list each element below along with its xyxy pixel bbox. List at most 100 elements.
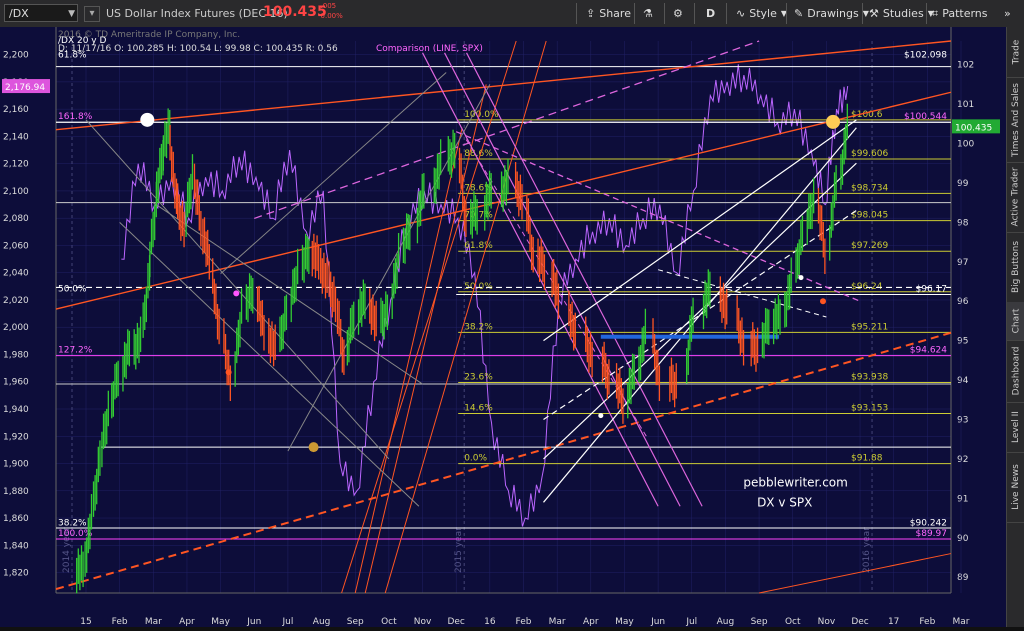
x-tick-label: Mar: [953, 617, 970, 627]
side-tab-level-ii[interactable]: Level II: [1007, 402, 1024, 453]
x-tick-label: Oct: [785, 617, 801, 627]
year-label: 2016 year: [862, 527, 872, 573]
dx-price-tag: 100.435: [952, 119, 1000, 134]
left-tick-label: 1,820: [3, 569, 29, 579]
side-level-label: $94.624: [910, 345, 947, 355]
left-tick-label: 1,860: [3, 514, 29, 524]
pencil-icon: ✎: [794, 7, 804, 20]
chart-svg[interactable]: 1,820 1,840 1,860 1,880 1,900 1,920 1,940 1,960…: [0, 27, 1006, 627]
side-tab-trade[interactable]: Trade: [1007, 27, 1024, 78]
right-tick-label: 98: [957, 218, 969, 228]
share-icon: ⇪: [586, 7, 596, 20]
fib-value-label: $99.606: [851, 149, 888, 159]
low-marker: [308, 442, 319, 453]
x-tick-label: Oct: [381, 617, 397, 627]
x-tick-label: Aug: [313, 617, 331, 627]
x-tick-label: Jun: [246, 617, 261, 627]
side-tab-label: Chart: [1011, 308, 1022, 334]
period-button[interactable]: D: [706, 4, 715, 23]
left-tick-label: 1,920: [3, 432, 29, 442]
side-level-label: $100.544: [904, 112, 947, 122]
fib-value-label: $93.938: [851, 373, 888, 383]
x-tick-label: Apr: [583, 617, 599, 627]
left-tick-label: 2,160: [3, 105, 29, 115]
studies-button[interactable]: ⚒ Studies ▼: [869, 4, 934, 23]
marker: [798, 275, 804, 281]
high-marker: [140, 112, 155, 127]
left-tick-label: 2,140: [3, 132, 29, 142]
side-tab-live-news[interactable]: Live News: [1007, 452, 1024, 523]
left-tick-label: 1,980: [3, 350, 29, 360]
x-tick-label: Feb: [112, 617, 128, 627]
spx-price-tag: 2,176.94: [2, 79, 50, 94]
right-tick-label: 102: [957, 61, 974, 71]
gear-icon: ⚙: [673, 7, 683, 20]
share-button[interactable]: ⇪ Share: [586, 4, 631, 23]
dx-price-tag-text: 100.435: [955, 123, 992, 133]
share-label: Share: [599, 7, 631, 20]
side-tab-chart[interactable]: Chart: [1007, 302, 1024, 341]
comparison-label: Comparison (LINE, SPX): [376, 44, 483, 54]
patterns-button[interactable]: ⌗ Patterns: [932, 4, 988, 23]
left-tick-label: 1,900: [3, 460, 29, 470]
spx-price-tag-text: 2,176.94: [5, 83, 45, 93]
marker: [225, 369, 232, 376]
style-button[interactable]: ∿ Style ▼: [736, 4, 787, 23]
toolbar: /DX ▼ ▾ US Dollar Index Futures (DEC 16) …: [0, 0, 1024, 28]
x-tick-label: 15: [80, 617, 91, 627]
instrument-title: US Dollar Index Futures (DEC 16): [106, 7, 288, 20]
fib-value-label: $98.045: [851, 211, 888, 221]
fib-percent-label: 61.8%: [464, 241, 493, 251]
x-tick-label: Sep: [347, 617, 364, 627]
chevron-down-icon: ▼: [862, 9, 869, 18]
x-tick-label: Mar: [145, 617, 162, 627]
settings-button[interactable]: ⚙: [673, 4, 683, 23]
side-tab-active-trader[interactable]: Active Trader: [1007, 162, 1024, 233]
right-sidebar: Trade Times And Sales Active Trader Big But…: [1006, 27, 1024, 627]
watermark-line2: DX v SPX: [757, 495, 812, 509]
left-tick-label: 2,000: [3, 323, 29, 333]
side-tab-big-buttons[interactable]: Big Buttons: [1007, 232, 1024, 303]
drawings-label: Drawings: [807, 7, 859, 20]
symbol-input[interactable]: /DX ▼: [4, 4, 78, 22]
right-tick-label: 91: [957, 494, 968, 504]
x-tick-label: Feb: [919, 617, 935, 627]
style-label: Style: [749, 7, 777, 20]
left-tick-label: 2,080: [3, 214, 29, 224]
fib-percent-label: 38.2%: [464, 322, 493, 332]
right-tick-label: 95: [957, 337, 968, 347]
percent-change: -0.00%: [318, 12, 343, 20]
left-tick-label: 2,020: [3, 296, 29, 306]
side-tab-dashboard[interactable]: Dashboard: [1007, 340, 1024, 403]
x-tick-label: Mar: [549, 617, 566, 627]
right-tick-label: 89: [957, 573, 969, 583]
studies-label: Studies: [882, 7, 924, 20]
fib-percent-label: 23.6%: [464, 373, 493, 383]
right-tick-label: 101: [957, 100, 974, 110]
side-level-label: $102.098: [904, 51, 947, 61]
toolbar-more-button[interactable]: »: [1004, 4, 1011, 23]
right-tick-label: 99: [957, 179, 969, 189]
drawings-button[interactable]: ✎ Drawings ▼: [794, 4, 869, 23]
fib-percent-label: 14.6%: [464, 403, 493, 413]
right-tick-label: 100: [957, 140, 974, 150]
high-marker: [826, 114, 840, 129]
x-tick-label: Sep: [751, 617, 768, 627]
x-tick-label: 16: [484, 617, 496, 627]
x-tick-label: Apr: [179, 617, 195, 627]
chart-area[interactable]: 1,820 1,840 1,860 1,880 1,900 1,920 1,940 1,960…: [0, 27, 1006, 627]
side-tab-label: Times And Sales: [1011, 82, 1021, 157]
x-tick-label: Nov: [414, 617, 432, 627]
patterns-icon: ⌗: [932, 7, 939, 20]
symbol-menu-icon[interactable]: ▾: [84, 6, 100, 22]
chevron-down-icon[interactable]: ▼: [68, 5, 75, 23]
marker: [233, 290, 240, 297]
x-tick-label: Dec: [851, 617, 868, 627]
side-tab-times-and-sales[interactable]: Times And Sales: [1007, 77, 1024, 163]
right-tick-label: 96: [957, 297, 969, 307]
side-level-label: $96.17: [916, 285, 948, 295]
flask-button[interactable]: ⚗: [643, 4, 653, 23]
left-tick-label: 2,040: [3, 269, 29, 279]
marker: [820, 298, 826, 305]
left-tick-label: 1,840: [3, 541, 29, 551]
